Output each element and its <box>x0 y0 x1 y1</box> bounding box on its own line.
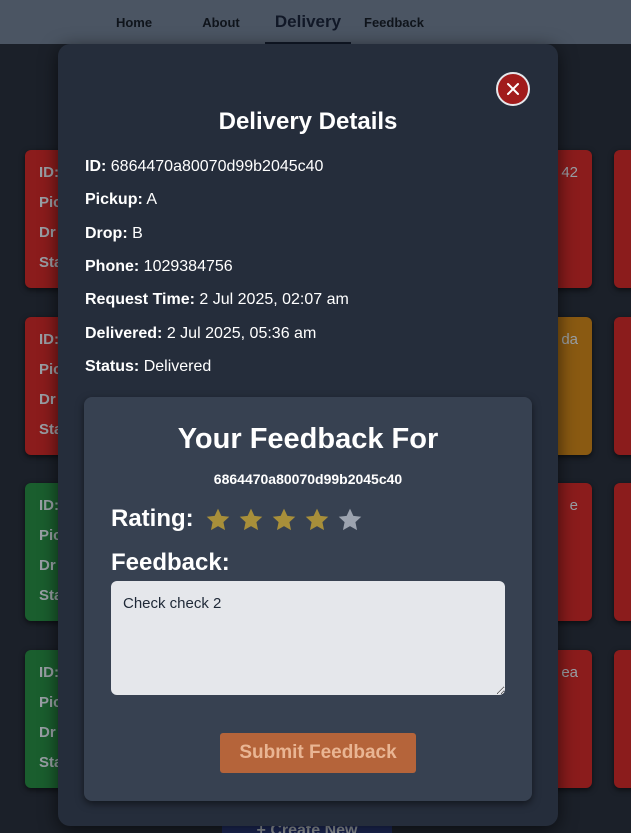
nav-delivery[interactable]: Delivery <box>265 0 351 44</box>
nav-feedback[interactable]: Feedback <box>360 0 428 44</box>
detail-value: 2 Jul 2025, 02:07 am <box>199 291 349 308</box>
star-icon[interactable] <box>271 507 297 533</box>
feedback-panel: Your Feedback For 6864470a80070d99b2045c… <box>84 397 532 801</box>
card-label: Dr <box>39 724 56 741</box>
card-label: ID: <box>39 164 59 181</box>
star-icon[interactable] <box>205 507 231 533</box>
detail-status: Status: Delivered <box>85 358 211 376</box>
card-label: ID: <box>39 331 59 348</box>
detail-id: ID: 6864470a80070d99b2045c40 <box>85 158 323 176</box>
top-nav: Home About Delivery Feedback <box>0 0 631 44</box>
close-icon <box>507 83 519 95</box>
star-icon[interactable] <box>238 507 264 533</box>
nav-about[interactable]: About <box>192 0 250 44</box>
feedback-label: Feedback: <box>111 549 230 576</box>
delivery-card[interactable] <box>614 650 631 788</box>
delivery-details-modal: Delivery Details ID: 6864470a80070d99b20… <box>58 44 558 826</box>
rating-label: Rating: <box>111 505 194 532</box>
detail-pickup: Pickup: A <box>85 191 157 209</box>
detail-value: 1029384756 <box>143 258 233 275</box>
delivery-card[interactable] <box>614 317 631 455</box>
nav-home[interactable]: Home <box>104 0 164 44</box>
detail-label: Delivered: <box>85 325 163 342</box>
detail-label: Pickup: <box>85 191 143 208</box>
modal-title: Delivery Details <box>218 108 398 135</box>
card-fragment: da <box>561 331 578 348</box>
close-button[interactable] <box>496 72 530 106</box>
star-icon[interactable] <box>304 507 330 533</box>
rating-stars <box>205 507 363 533</box>
detail-value: Delivered <box>143 358 212 375</box>
delivery-card[interactable] <box>614 150 631 288</box>
card-label: Dr <box>39 391 56 408</box>
detail-value: B <box>132 225 143 242</box>
delivery-card[interactable] <box>614 483 631 621</box>
card-fragment: e <box>569 497 578 514</box>
card-label: ID: <box>39 664 59 681</box>
card-fragment: ea <box>561 664 578 681</box>
detail-label: Request Time: <box>85 291 195 308</box>
detail-label: ID: <box>85 158 107 175</box>
feedback-textarea[interactable]: Check check 2 <box>111 581 505 695</box>
detail-label: Drop: <box>85 225 128 242</box>
submit-feedback-button[interactable]: Submit Feedback <box>220 733 416 773</box>
detail-phone: Phone: 1029384756 <box>85 258 233 276</box>
card-label: ID: <box>39 497 59 514</box>
feedback-delivery-id: 6864470a80070d99b2045c40 <box>213 471 403 487</box>
card-fragment: 42 <box>561 164 578 181</box>
detail-label: Status: <box>85 358 140 375</box>
detail-delivered: Delivered: 2 Jul 2025, 05:36 am <box>85 325 316 343</box>
feedback-title: Your Feedback For <box>177 423 439 455</box>
detail-value: A <box>146 191 158 208</box>
detail-value: 2 Jul 2025, 05:36 am <box>166 325 317 342</box>
card-label: Dr <box>39 557 56 574</box>
detail-drop: Drop: B <box>85 225 143 243</box>
detail-request-time: Request Time: 2 Jul 2025, 02:07 am <box>85 291 349 309</box>
detail-label: Phone: <box>85 258 140 275</box>
star-icon[interactable] <box>337 507 363 533</box>
detail-value: 6864470a80070d99b2045c40 <box>110 158 324 175</box>
card-label: Dr <box>39 224 56 241</box>
